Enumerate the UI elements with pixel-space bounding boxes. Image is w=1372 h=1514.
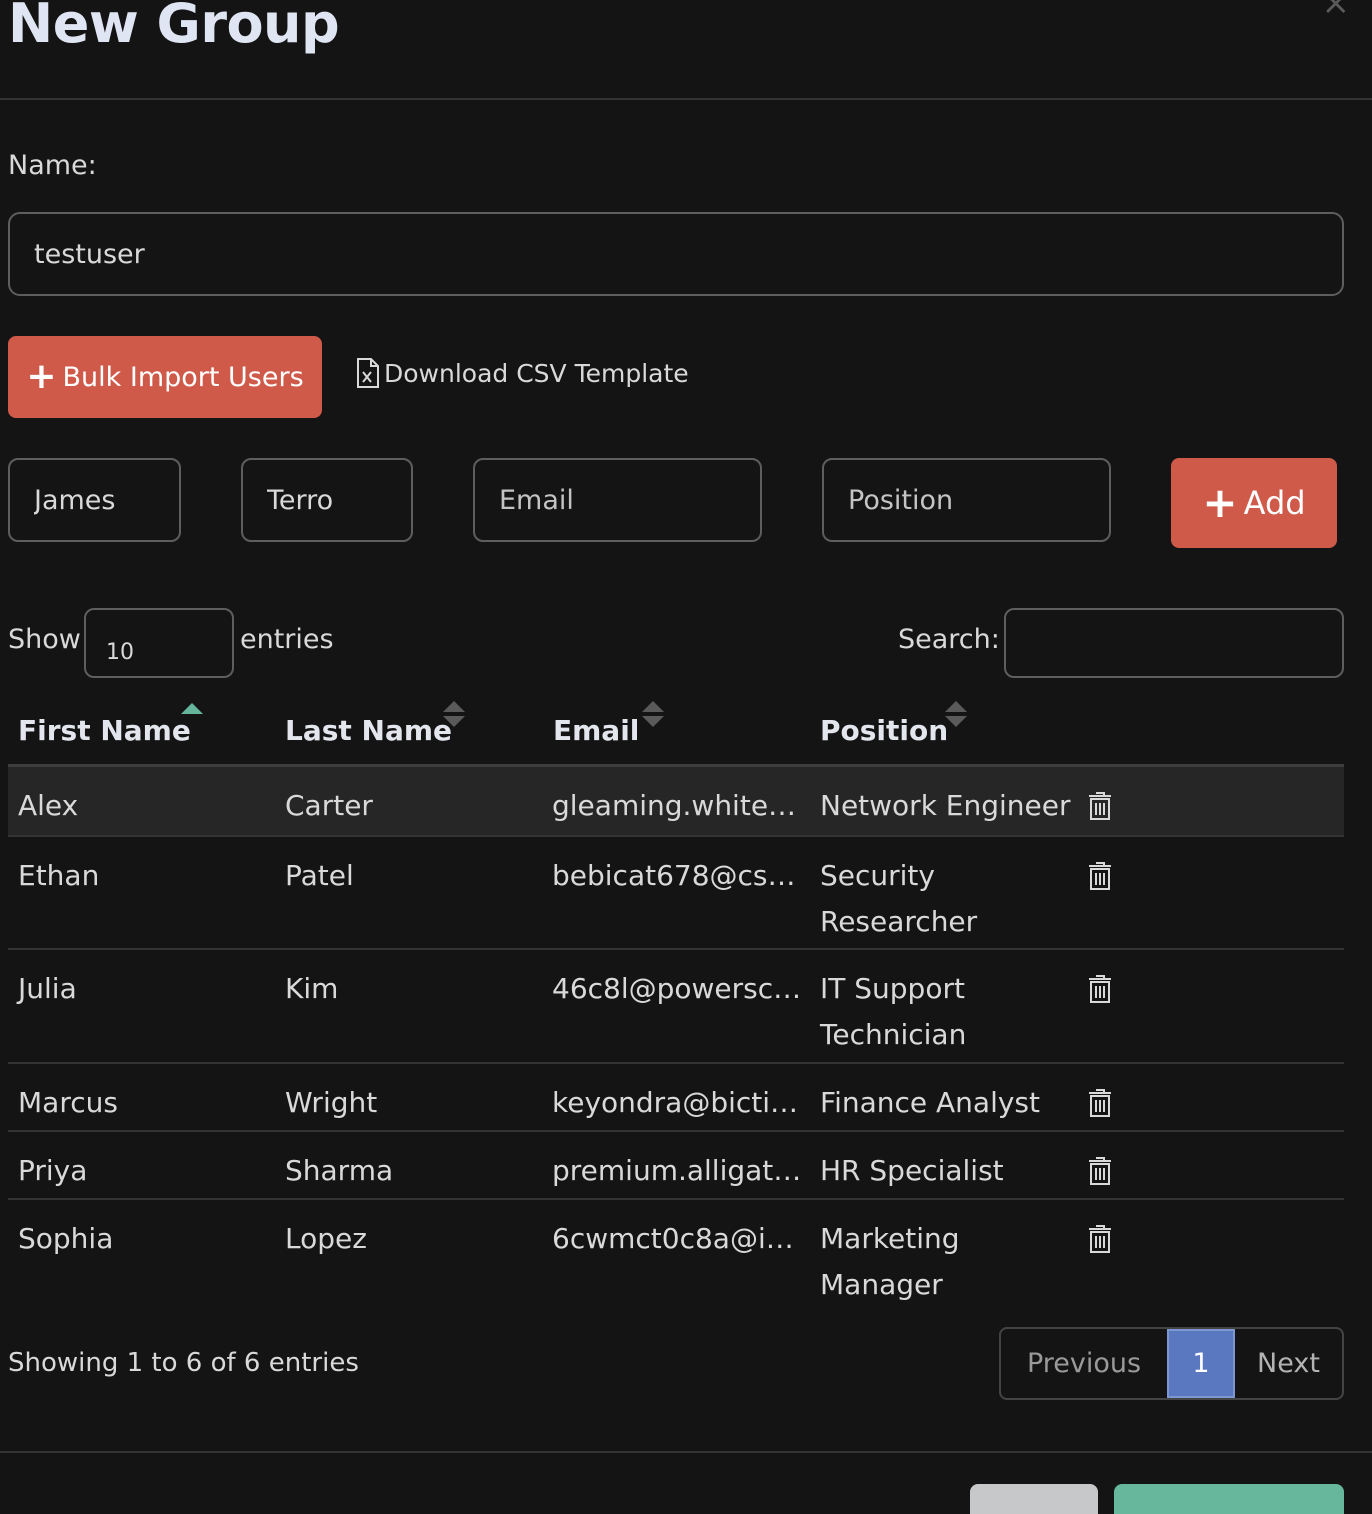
trash-icon[interactable] [1088, 1156, 1112, 1186]
cell-email: keyondra@bicti… [552, 1086, 799, 1119]
cell-first-name: Alex [18, 789, 79, 822]
email-input[interactable] [473, 458, 762, 542]
trash-icon[interactable] [1088, 974, 1112, 1004]
sort-icon [443, 701, 465, 727]
cell-email: bebicat678@cs… [552, 859, 796, 892]
position-input[interactable] [822, 458, 1111, 542]
add-label: Add [1243, 484, 1306, 522]
cell-last-name: Wright [285, 1086, 378, 1119]
first-name-input[interactable] [8, 458, 181, 542]
next-page-button[interactable]: Next [1235, 1329, 1342, 1398]
cell-last-name: Lopez [285, 1222, 367, 1255]
table-row: Priya Sharma premium.alligat… HR Special… [8, 1132, 1344, 1200]
add-user-button[interactable]: + Add [1171, 458, 1337, 548]
download-csv-template-link[interactable]: Download CSV Template [356, 358, 689, 388]
plus-icon: + [26, 356, 57, 397]
table-row: Ethan Patel bebicat678@cs… Security Rese… [8, 837, 1344, 950]
cell-first-name: Sophia [18, 1222, 114, 1255]
cell-position: Security Researcher [820, 859, 978, 938]
file-excel-icon [357, 358, 379, 388]
bulk-import-label: Bulk Import Users [62, 361, 304, 393]
previous-page-button[interactable]: Previous [1001, 1329, 1167, 1398]
save-button[interactable] [1114, 1484, 1344, 1514]
cell-last-name: Carter [285, 789, 373, 822]
sort-icon [181, 703, 203, 714]
trash-icon[interactable] [1088, 1224, 1112, 1254]
plus-icon: + [1202, 478, 1238, 527]
group-name-input[interactable] [8, 212, 1344, 296]
table-row: Alex Carter gleaming.whitef… Network Eng… [8, 767, 1344, 837]
table-row: Sophia Lopez 6cwmct0c8a@i… Marketing Man… [8, 1200, 1344, 1314]
cell-first-name: Marcus [18, 1086, 118, 1119]
close-icon[interactable]: × [1322, 0, 1351, 20]
page-1-button[interactable]: 1 [1167, 1329, 1235, 1398]
sort-icon [945, 701, 967, 727]
column-header-position[interactable]: Position [820, 714, 948, 747]
trash-icon[interactable] [1088, 861, 1112, 891]
cell-email: gleaming.whitef… [552, 789, 802, 822]
cell-last-name: Kim [285, 972, 339, 1005]
modal-title: New Group [8, 0, 340, 55]
cell-email: premium.alligat… [552, 1154, 802, 1187]
cell-position: HR Specialist [820, 1154, 1004, 1187]
trash-icon[interactable] [1088, 1088, 1112, 1118]
name-label: Name: [8, 150, 97, 181]
cell-position: Marketing Manager [820, 1222, 960, 1301]
table-info: Showing 1 to 6 of 6 entries [8, 1348, 359, 1378]
cell-first-name: Julia [18, 972, 77, 1005]
bulk-import-users-button[interactable]: + Bulk Import Users [8, 336, 322, 418]
last-name-input[interactable] [241, 458, 413, 542]
cell-first-name: Ethan [18, 859, 100, 892]
cell-last-name: Sharma [285, 1154, 394, 1187]
table-row: Marcus Wright keyondra@bicti… Finance An… [8, 1064, 1344, 1132]
entries-label: entries [240, 624, 334, 655]
cell-email: 46c8l@powersc… [552, 972, 802, 1005]
cancel-button[interactable] [970, 1484, 1098, 1514]
page-length-select[interactable]: 10 [84, 608, 234, 678]
show-label: Show [8, 624, 81, 655]
footer-divider [0, 1451, 1372, 1453]
column-header-last-name[interactable]: Last Name [285, 714, 452, 747]
column-header-email[interactable]: Email [553, 714, 639, 747]
pagination: Previous 1 Next [999, 1327, 1344, 1400]
cell-first-name: Priya [18, 1154, 88, 1187]
cell-position: Network Engineer [820, 789, 1071, 822]
cell-position: IT Support Technician [820, 972, 967, 1051]
column-header-first-name[interactable]: First Name [18, 714, 191, 747]
sort-icon [642, 701, 664, 727]
cell-email: 6cwmct0c8a@i… [552, 1222, 794, 1255]
trash-icon[interactable] [1088, 791, 1112, 821]
table-row: Julia Kim 46c8l@powersc… IT Support Tech… [8, 950, 1344, 1064]
search-label: Search: [898, 624, 1000, 655]
new-group-modal: New Group × Name: + Bulk Import Users Do… [0, 0, 1372, 1514]
download-csv-label: Download CSV Template [384, 358, 689, 388]
header-divider [0, 98, 1372, 100]
cell-position: Finance Analyst [820, 1086, 1040, 1119]
cell-last-name: Patel [285, 859, 354, 892]
search-input[interactable] [1004, 608, 1344, 678]
